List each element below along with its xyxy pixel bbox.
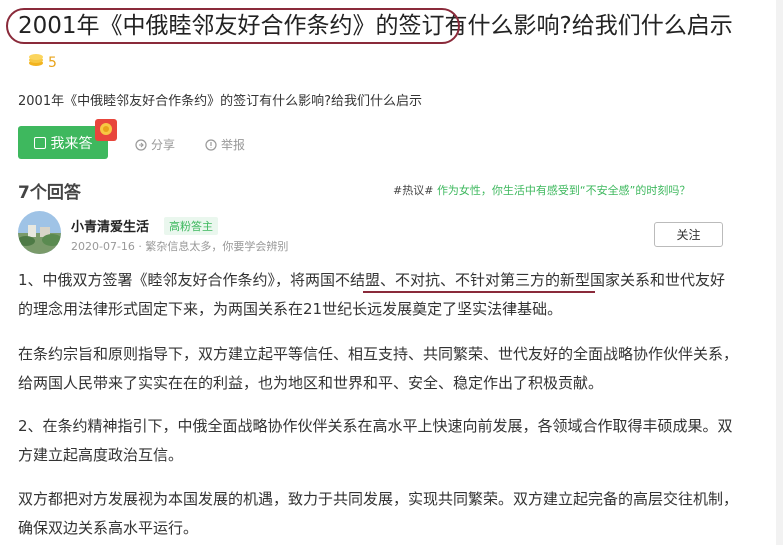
answer-paragraph: 双方都把对方发展视为本国发展的机遇，致力于共同发展，实现共同繁荣。双方建立起完备… <box>18 490 739 537</box>
user-name[interactable]: 小青清爱生活 <box>71 216 149 235</box>
answer-paragraph: 2、在条约精神指引下，中俄全面战略协作伙伴关系在高水平上快速向前发展，各领域合作… <box>18 417 733 464</box>
share-label: 分享 <box>151 138 176 152</box>
hot-tag: #热议# <box>393 184 434 197</box>
answer-meta: 2020-07-16 · 繁杂信息太多，你要学会辨别 <box>71 240 289 253</box>
report-icon <box>205 138 217 151</box>
answer-count: 7个回答 <box>18 183 81 203</box>
follow-button[interactable]: 关注 <box>654 222 723 247</box>
edit-icon <box>33 136 46 149</box>
red-envelope-icon[interactable] <box>92 116 120 144</box>
coin-icon <box>29 54 43 66</box>
report-button[interactable]: 举报 <box>205 136 245 153</box>
answer-button-label: 我来答 <box>50 135 93 152</box>
user-badge: 高粉答主 <box>164 217 218 235</box>
annotation-circle <box>6 8 460 44</box>
avatar[interactable] <box>18 211 61 254</box>
question-description: 2001年《中俄睦邻友好合作条约》的签订有什么影响?给我们什么启示 <box>18 94 422 109</box>
annotation-underline <box>363 291 595 293</box>
share-icon <box>135 138 147 151</box>
scrollbar[interactable] <box>776 0 783 545</box>
hot-topic-text: 作为女性，你生活中有感受到“不安全感”的时刻吗？ <box>436 184 691 197</box>
answer-paragraph: 1、中俄双方签署《睦邻友好合作条约》，将两国不结盟、不对抗、不针对第三方的新型国… <box>18 271 726 318</box>
hot-topic-link[interactable]: #热议# 作为女性，你生活中有感受到“不安全感”的时刻吗？ <box>393 182 690 198</box>
report-label: 举报 <box>221 138 246 152</box>
avatar-image <box>18 211 61 254</box>
answer-paragraph: 在条约宗旨和原则指导下，双方建立起平等信任、相互支持、共同繁荣、世代友好的全面战… <box>18 345 739 392</box>
reward-amount: 5 <box>48 55 57 71</box>
share-button[interactable]: 分享 <box>135 136 175 153</box>
